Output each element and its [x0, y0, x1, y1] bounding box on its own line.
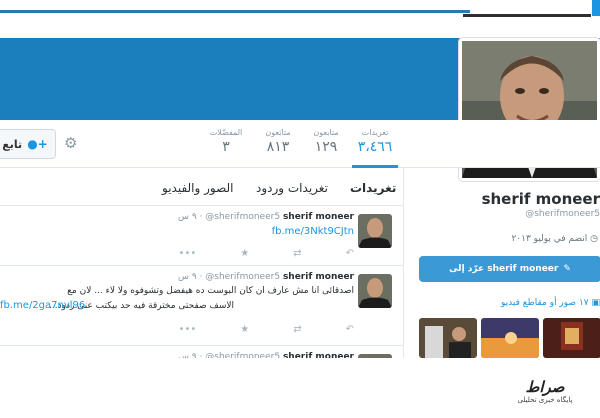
stat-followers[interactable]: متابعون ١٢٩ — [306, 128, 346, 155]
joined-text: انضم في يوليو ٢٠١٣ — [511, 234, 588, 244]
tweet-handle[interactable]: @sherifmoneer5 — [205, 212, 280, 222]
media-header[interactable]: ▣ ١٧ صور أو مقاطع فيديو — [501, 298, 600, 308]
stat-value: ٣ — [222, 139, 230, 155]
profile-name[interactable]: sherif moneer — [482, 190, 600, 208]
media-thumbnails — [419, 318, 600, 358]
tweet-link[interactable]: fb.me/3Nkt9CJtn — [272, 226, 354, 237]
top-bar — [0, 10, 470, 13]
timeline: الصور والفيديو تغريدات وردود تغريدات ٩ س… — [0, 168, 404, 388]
stat-favorites[interactable]: المفضّلات ٣ — [204, 128, 248, 155]
media-thumb[interactable] — [481, 318, 539, 358]
tweet-avatar[interactable] — [358, 214, 392, 248]
tweet-avatar-photo — [358, 214, 392, 248]
stat-label: متابعون — [313, 128, 339, 137]
star-icon[interactable]: ★ — [240, 248, 249, 259]
tweet-header: ٩ س · @sherifmoneer5 sherif moneer — [177, 212, 354, 222]
tab-tweets-replies[interactable]: تغريدات وردود — [256, 181, 328, 195]
clock-icon: ◷ — [590, 234, 598, 244]
tab-media[interactable]: الصور والفيديو — [162, 181, 234, 195]
tweet-to-label: عرّد إلى sherif moneer — [449, 264, 559, 274]
tweet-link[interactable]: fb.me/2ga7nvl96 — [0, 300, 85, 311]
media-thumb-image — [481, 318, 539, 358]
tab-tweets[interactable]: تغريدات — [350, 181, 396, 195]
follow-label: تابع — [2, 137, 23, 151]
retweet-icon[interactable]: ⇄ — [293, 248, 301, 259]
tweet-text-line: اصدقائى انا مش عارف ان كان البوست ده هيف… — [67, 286, 354, 296]
media-thumb[interactable] — [419, 318, 477, 358]
media-header-text: ١٧ صور أو مقاطع فيديو — [501, 298, 589, 308]
top-bar-right — [463, 14, 591, 17]
stat-label: المفضّلات — [209, 128, 243, 137]
watermark-brand: صراط — [525, 378, 565, 396]
browser-top-strip — [0, 0, 600, 18]
profile-nav: تابع ●+ ⚙ المفضّلات ٣ متابَعون ٨١٣ متابع… — [0, 120, 600, 168]
tweet-name[interactable]: sherif moneer — [283, 272, 354, 282]
tweet-actions: ••• ★ ⇄ ↶ — [179, 248, 354, 259]
follow-button[interactable]: تابع ●+ — [0, 129, 56, 159]
profile-handle[interactable]: @sherifmoneer5 — [525, 209, 600, 219]
tweet-time[interactable]: ٩ س — [178, 212, 197, 222]
tweet-avatar-photo — [358, 274, 392, 308]
reply-icon[interactable]: ↶ — [346, 248, 354, 259]
retweet-icon[interactable]: ⇄ — [293, 324, 301, 335]
camera-icon: ▣ — [591, 298, 600, 308]
stat-value: ٨١٣ — [266, 139, 290, 155]
stat-value: ١٢٩ — [314, 139, 338, 155]
stat-tweets[interactable]: تغريدات ٣،٤٦٦ — [352, 128, 398, 168]
tweet-actions: ••• ★ ⇄ ↶ — [179, 324, 354, 335]
tweet-item[interactable]: ٩ س · @sherifmoneer5 sherif moneer fb.me… — [0, 206, 404, 266]
stat-label: تغريدات — [361, 128, 389, 137]
tweet-time[interactable]: ٩ س — [178, 272, 197, 282]
tweet-name[interactable]: sherif moneer — [283, 212, 354, 222]
more-icon[interactable]: ••• — [179, 324, 197, 335]
tweet-item[interactable]: ٩ س · @sherifmoneer5 sherif moneer اصدقا… — [0, 266, 404, 346]
stat-value: ٣،٤٦٦ — [357, 139, 393, 155]
more-icon[interactable]: ••• — [179, 248, 197, 259]
stat-following[interactable]: متابَعون ٨١٣ — [258, 128, 298, 155]
tweet-header: ٩ س · @sherifmoneer5 sherif moneer — [177, 272, 354, 282]
tweet-handle[interactable]: @sherifmoneer5 — [205, 272, 280, 282]
site-watermark: صراط پایگاه خبری تحلیلی — [490, 378, 600, 418]
add-person-icon: ●+ — [27, 137, 48, 151]
timeline-tabs: الصور والفيديو تغريدات وردود تغريدات — [0, 168, 404, 206]
media-thumb[interactable] — [543, 318, 600, 358]
media-thumb-image — [419, 318, 477, 358]
star-icon[interactable]: ★ — [240, 324, 249, 335]
tweet-avatar[interactable] — [358, 274, 392, 308]
stat-label: متابَعون — [265, 128, 291, 137]
media-thumb-image — [543, 318, 600, 358]
reply-icon[interactable]: ↶ — [346, 324, 354, 335]
tweet-to-button[interactable]: عرّد إلى sherif moneer ✎ — [419, 256, 600, 282]
corner-tab — [592, 0, 600, 16]
joined-date: ◷ انضم في يوليو ٢٠١٣ — [511, 234, 598, 244]
quill-icon: ✎ — [563, 264, 571, 274]
watermark-caption: پایگاه خبری تحلیلی — [517, 396, 573, 404]
gear-icon[interactable]: ⚙ — [64, 134, 77, 152]
